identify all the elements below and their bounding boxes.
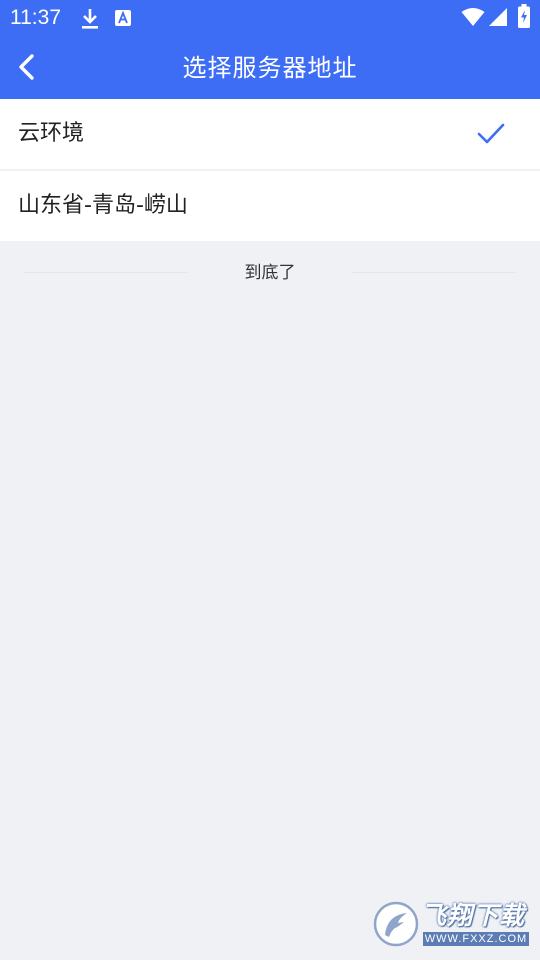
server-item-label: 云环境 — [18, 121, 85, 146]
server-item-label: 山东省-青岛-崂山 — [18, 193, 188, 218]
watermark-title: 飞翔下载 — [421, 901, 526, 930]
watermark: 飞翔下载 WWW.FXXZ.COM — [373, 899, 531, 949]
app-notification-icon — [114, 9, 132, 31]
checkmark-icon — [476, 121, 506, 147]
server-item-cloud[interactable]: 云环境 — [0, 99, 540, 169]
cellular-signal-icon — [488, 7, 508, 31]
list-end-text: 到底了 — [244, 263, 296, 283]
wifi-icon — [461, 7, 485, 31]
server-item-laoshan[interactable]: 山东省-青岛-崂山 — [0, 171, 540, 241]
list-end-indicator: 到底了 — [0, 256, 540, 290]
download-icon — [80, 8, 100, 34]
divider — [352, 272, 516, 273]
server-list: 云环境 山东省-青岛-崂山 — [0, 99, 540, 241]
watermark-logo-icon — [373, 901, 419, 947]
battery-charging-icon — [518, 4, 530, 32]
status-bar: 11:37 — [0, 0, 540, 36]
watermark-url: WWW.FXXZ.COM — [423, 932, 529, 946]
status-time: 11:37 — [10, 6, 61, 29]
app-bar: 选择服务器地址 — [0, 36, 540, 99]
page-title: 选择服务器地址 — [182, 54, 358, 82]
